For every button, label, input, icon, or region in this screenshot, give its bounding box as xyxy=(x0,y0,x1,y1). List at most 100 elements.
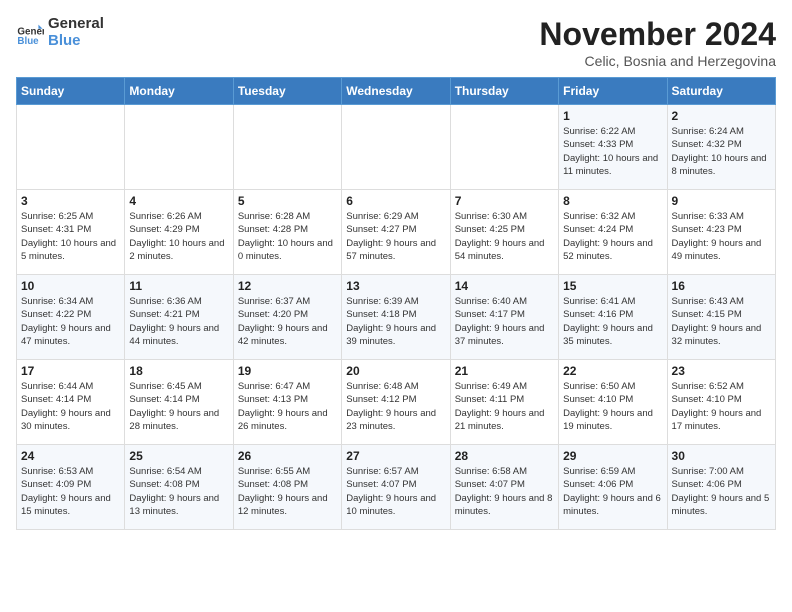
day-number: 10 xyxy=(21,279,120,293)
day-info: Sunrise: 6:39 AM Sunset: 4:18 PM Dayligh… xyxy=(346,295,445,348)
day-number: 4 xyxy=(129,194,228,208)
day-info: Sunrise: 6:47 AM Sunset: 4:13 PM Dayligh… xyxy=(238,380,337,433)
day-info: Sunrise: 6:59 AM Sunset: 4:06 PM Dayligh… xyxy=(563,465,662,518)
day-number: 14 xyxy=(455,279,554,293)
logo-icon: General Blue xyxy=(16,19,44,47)
calendar-cell xyxy=(125,105,233,190)
logo-text-blue: Blue xyxy=(48,33,104,50)
day-info: Sunrise: 6:37 AM Sunset: 4:20 PM Dayligh… xyxy=(238,295,337,348)
day-info: Sunrise: 6:24 AM Sunset: 4:32 PM Dayligh… xyxy=(672,125,771,178)
day-info: Sunrise: 6:26 AM Sunset: 4:29 PM Dayligh… xyxy=(129,210,228,263)
calendar-cell: 3 Sunrise: 6:25 AM Sunset: 4:31 PM Daylig… xyxy=(17,190,125,275)
day-number: 25 xyxy=(129,449,228,463)
day-info: Sunrise: 6:28 AM Sunset: 4:28 PM Dayligh… xyxy=(238,210,337,263)
day-number: 2 xyxy=(672,109,771,123)
day-number: 12 xyxy=(238,279,337,293)
calendar-cell: 5Sunrise: 6:28 AM Sunset: 4:28 PM Daylig… xyxy=(233,190,341,275)
calendar-cell: 14Sunrise: 6:40 AM Sunset: 4:17 PM Dayli… xyxy=(450,275,558,360)
month-title: November 2024 xyxy=(539,16,776,53)
day-number: 13 xyxy=(346,279,445,293)
calendar-header: SundayMondayTuesdayWednesdayThursdayFrid… xyxy=(17,78,776,105)
day-info: Sunrise: 6:45 AM Sunset: 4:14 PM Dayligh… xyxy=(129,380,228,433)
page-header: General Blue General Blue November 2024 … xyxy=(16,16,776,69)
week-row-4: 17Sunrise: 6:44 AM Sunset: 4:14 PM Dayli… xyxy=(17,360,776,445)
calendar-cell: 15 Sunrise: 6:41 AM Sunset: 4:16 PM Dayli… xyxy=(559,275,667,360)
calendar-cell: 24 Sunrise: 6:53 AM Sunset: 4:09 PM Dayli… xyxy=(17,445,125,530)
calendar-cell: 22 Sunrise: 6:50 AM Sunset: 4:10 PM Dayli… xyxy=(559,360,667,445)
day-number: 6 xyxy=(346,194,445,208)
weekday-monday: Monday xyxy=(125,78,233,105)
weekday-saturday: Saturday xyxy=(667,78,775,105)
calendar-cell: 21Sunrise: 6:49 AM Sunset: 4:11 PM Dayli… xyxy=(450,360,558,445)
week-row-2: 3 Sunrise: 6:25 AM Sunset: 4:31 PM Daylig… xyxy=(17,190,776,275)
day-number: 22 xyxy=(563,364,662,378)
day-number: 18 xyxy=(129,364,228,378)
day-number: 15 xyxy=(563,279,662,293)
day-number: 24 xyxy=(21,449,120,463)
day-number: 30 xyxy=(672,449,771,463)
logo: General Blue General Blue xyxy=(16,16,104,49)
day-info: Sunrise: 6:50 AM Sunset: 4:10 PM Dayligh… xyxy=(563,380,662,433)
week-row-1: 1Sunrise: 6:22 AM Sunset: 4:33 PM Daylig… xyxy=(17,105,776,190)
weekday-wednesday: Wednesday xyxy=(342,78,450,105)
week-row-3: 10Sunrise: 6:34 AM Sunset: 4:22 PM Dayli… xyxy=(17,275,776,360)
day-info: Sunrise: 6:57 AM Sunset: 4:07 PM Dayligh… xyxy=(346,465,445,518)
weekday-tuesday: Tuesday xyxy=(233,78,341,105)
weekday-thursday: Thursday xyxy=(450,78,558,105)
calendar-cell: 30Sunrise: 7:00 AM Sunset: 4:06 PM Dayli… xyxy=(667,445,775,530)
calendar-table: SundayMondayTuesdayWednesdayThursdayFrid… xyxy=(16,77,776,530)
calendar-cell: 10Sunrise: 6:34 AM Sunset: 4:22 PM Dayli… xyxy=(17,275,125,360)
day-info: Sunrise: 6:54 AM Sunset: 4:08 PM Dayligh… xyxy=(129,465,228,518)
weekday-header-row: SundayMondayTuesdayWednesdayThursdayFrid… xyxy=(17,78,776,105)
calendar-cell: 29 Sunrise: 6:59 AM Sunset: 4:06 PM Dayli… xyxy=(559,445,667,530)
weekday-sunday: Sunday xyxy=(17,78,125,105)
calendar-cell: 17Sunrise: 6:44 AM Sunset: 4:14 PM Dayli… xyxy=(17,360,125,445)
day-number: 20 xyxy=(346,364,445,378)
day-info: Sunrise: 6:33 AM Sunset: 4:23 PM Dayligh… xyxy=(672,210,771,263)
svg-text:Blue: Blue xyxy=(17,36,39,47)
calendar-cell: 25 Sunrise: 6:54 AM Sunset: 4:08 PM Dayli… xyxy=(125,445,233,530)
day-info: Sunrise: 6:43 AM Sunset: 4:15 PM Dayligh… xyxy=(672,295,771,348)
calendar-cell: 13 Sunrise: 6:39 AM Sunset: 4:18 PM Dayli… xyxy=(342,275,450,360)
day-number: 23 xyxy=(672,364,771,378)
day-number: 11 xyxy=(129,279,228,293)
calendar-cell xyxy=(342,105,450,190)
day-number: 28 xyxy=(455,449,554,463)
logo-text-general: General xyxy=(48,16,104,33)
calendar-cell: 7Sunrise: 6:30 AM Sunset: 4:25 PM Daylig… xyxy=(450,190,558,275)
calendar-cell: 18 Sunrise: 6:45 AM Sunset: 4:14 PM Dayli… xyxy=(125,360,233,445)
day-info: Sunrise: 6:25 AM Sunset: 4:31 PM Dayligh… xyxy=(21,210,120,263)
title-area: November 2024 Celic, Bosnia and Herzegov… xyxy=(539,16,776,69)
day-number: 29 xyxy=(563,449,662,463)
day-info: Sunrise: 6:32 AM Sunset: 4:24 PM Dayligh… xyxy=(563,210,662,263)
calendar-cell: 11 Sunrise: 6:36 AM Sunset: 4:21 PM Dayli… xyxy=(125,275,233,360)
day-number: 9 xyxy=(672,194,771,208)
calendar-cell: 1Sunrise: 6:22 AM Sunset: 4:33 PM Daylig… xyxy=(559,105,667,190)
day-info: Sunrise: 6:36 AM Sunset: 4:21 PM Dayligh… xyxy=(129,295,228,348)
calendar-cell: 9 Sunrise: 6:33 AM Sunset: 4:23 PM Daylig… xyxy=(667,190,775,275)
day-number: 7 xyxy=(455,194,554,208)
day-info: Sunrise: 6:52 AM Sunset: 4:10 PM Dayligh… xyxy=(672,380,771,433)
day-info: Sunrise: 6:53 AM Sunset: 4:09 PM Dayligh… xyxy=(21,465,120,518)
calendar-cell: 6 Sunrise: 6:29 AM Sunset: 4:27 PM Daylig… xyxy=(342,190,450,275)
day-info: Sunrise: 6:22 AM Sunset: 4:33 PM Dayligh… xyxy=(563,125,662,178)
day-info: Sunrise: 6:44 AM Sunset: 4:14 PM Dayligh… xyxy=(21,380,120,433)
weekday-friday: Friday xyxy=(559,78,667,105)
day-number: 16 xyxy=(672,279,771,293)
calendar-cell: 26 Sunrise: 6:55 AM Sunset: 4:08 PM Dayli… xyxy=(233,445,341,530)
calendar-cell: 4 Sunrise: 6:26 AM Sunset: 4:29 PM Daylig… xyxy=(125,190,233,275)
day-number: 3 xyxy=(21,194,120,208)
day-number: 21 xyxy=(455,364,554,378)
day-info: Sunrise: 6:29 AM Sunset: 4:27 PM Dayligh… xyxy=(346,210,445,263)
day-number: 27 xyxy=(346,449,445,463)
day-info: Sunrise: 6:55 AM Sunset: 4:08 PM Dayligh… xyxy=(238,465,337,518)
calendar-cell: 20Sunrise: 6:48 AM Sunset: 4:12 PM Dayli… xyxy=(342,360,450,445)
calendar-cell: 12 Sunrise: 6:37 AM Sunset: 4:20 PM Dayli… xyxy=(233,275,341,360)
calendar-cell: 28Sunrise: 6:58 AM Sunset: 4:07 PM Dayli… xyxy=(450,445,558,530)
calendar-cell xyxy=(233,105,341,190)
calendar-cell: 19Sunrise: 6:47 AM Sunset: 4:13 PM Dayli… xyxy=(233,360,341,445)
day-number: 26 xyxy=(238,449,337,463)
day-info: Sunrise: 6:41 AM Sunset: 4:16 PM Dayligh… xyxy=(563,295,662,348)
calendar-cell xyxy=(17,105,125,190)
calendar-cell xyxy=(450,105,558,190)
